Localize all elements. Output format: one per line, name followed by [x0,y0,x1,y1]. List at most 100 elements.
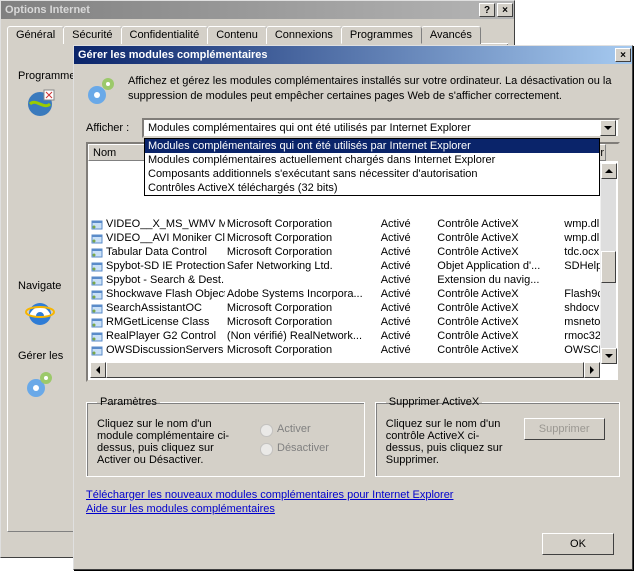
options-titlebar: Options Internet ? × [1,1,514,19]
table-row[interactable]: Spybot - Search & Dest...ActivéExtension… [88,273,602,287]
addon-icon [90,231,104,245]
scroll-right-button[interactable] [584,362,600,378]
addon-icon [90,301,104,315]
options-title: Options Internet [5,4,478,16]
radio-enable-input [260,424,273,437]
addon-type: Contrôle ActiveX [435,218,562,230]
filter-combo-list: Modules complémentaires qui ont été util… [144,138,600,196]
table-row[interactable]: Shockwave Flash ObjectAdobe Systems Inco… [88,287,602,301]
addon-publisher: Microsoft Corporation [225,344,379,356]
addons-intro-icon [86,74,118,106]
addon-name: Shockwave Flash Object [106,288,225,300]
radio-disable-input [260,443,273,456]
addons-titlebar[interactable]: Gérer les modules complémentaires × [74,46,632,64]
table-row[interactable]: RMGetLicense ClassMicrosoft CorporationA… [88,315,602,329]
tab-security[interactable]: Sécurité [63,26,121,44]
addon-status: Activé [379,344,436,356]
addon-type: Extension du navig... [435,274,562,286]
scroll-up-button[interactable] [601,163,617,179]
addon-name: Spybot-SD IE Protection [106,260,225,272]
vertical-scrollbar[interactable] [600,163,616,364]
combo-option[interactable]: Modules complémentaires qui ont été util… [145,139,599,153]
ok-button[interactable]: OK [542,533,614,555]
scroll-left-button[interactable] [90,362,106,378]
table-row[interactable]: Tabular Data ControlMicrosoft Corporatio… [88,245,602,259]
filter-combo-button[interactable] [600,120,616,136]
manage-addons-window: Gérer les modules complémentaires × Affi… [73,45,633,570]
addon-type: Contrôle ActiveX [435,344,562,356]
addon-icon [90,287,104,301]
filter-combo-selected: Modules complémentaires qui ont été util… [146,122,600,134]
close-button[interactable]: × [497,3,513,17]
help-addons-link[interactable]: Aide sur les modules complémentaires [86,503,620,515]
intro-text: Affichez et gérez les modules complément… [128,74,620,104]
addon-status: Activé [379,246,436,258]
download-addons-link[interactable]: Télécharger les nouveaux modules complém… [86,489,620,501]
table-row[interactable]: VIDEO__X_MS_WMV M...Microsoft Corporatio… [88,217,602,231]
hscroll-thumb[interactable] [106,362,584,378]
addon-icon [90,273,104,287]
addon-file: OWSCL [562,344,602,356]
addons-body: Affichez et gérez les modules complément… [74,64,632,527]
addon-status: Activé [379,260,436,272]
addon-name: OWSDiscussionServers ... [106,344,225,356]
addon-publisher: Microsoft Corporation [225,316,379,328]
addon-publisher: Microsoft Corporation [225,218,379,230]
addon-publisher: (Non vérifié) RealNetwork... [225,330,379,342]
parameters-legend: Paramètres [97,396,160,408]
addon-type: Contrôle ActiveX [435,232,562,244]
tab-content[interactable]: Contenu [207,26,267,44]
addon-publisher: Microsoft Corporation [225,232,379,244]
options-tabstrip: Général Sécurité Confidentialité Contenu… [7,25,508,44]
addons-close-button[interactable]: × [615,48,631,62]
addon-type: Contrôle ActiveX [435,288,562,300]
table-row[interactable]: OWSDiscussionServers ...Microsoft Corpor… [88,343,602,357]
help-button[interactable]: ? [479,3,495,17]
addon-name: SearchAssistantOC [106,302,202,314]
addon-file: shdocv [562,302,602,314]
addon-status: Activé [379,330,436,342]
combo-option[interactable]: Modules complémentaires actuellement cha… [145,153,599,167]
addon-icon [90,245,104,259]
delete-button[interactable]: Supprimer [524,418,605,440]
addon-name: VIDEO__X_MS_WMV M... [106,218,225,230]
tab-advanced[interactable]: Avancés [421,26,481,44]
tab-general[interactable]: Général [7,26,64,44]
addon-publisher: Microsoft Corporation [225,302,379,314]
radio-disable[interactable]: Désactiver [255,440,329,456]
horizontal-scrollbar[interactable] [90,362,600,378]
parameters-hint: Cliquez sur le nom d'un module complémen… [97,418,247,466]
filter-combo[interactable]: Modules complémentaires qui ont été util… [142,118,620,138]
addons-gear-icon [24,368,56,400]
addon-name: RealPlayer G2 Control [106,330,216,342]
table-row[interactable]: SearchAssistantOCMicrosoft CorporationAc… [88,301,602,315]
table-row[interactable]: Spybot-SD IE ProtectionSafer Networking … [88,259,602,273]
delete-hint: Cliquez sur le nom d'un contrôle ActiveX… [386,418,516,466]
programs-icon [24,88,56,120]
chevron-down-icon [604,124,612,132]
addons-title: Gérer les modules complémentaires [78,49,614,61]
filter-label: Afficher : [86,122,142,134]
tab-privacy[interactable]: Confidentialité [121,26,209,44]
tab-programs[interactable]: Programmes [341,26,422,44]
addon-icon [90,217,104,231]
addon-status: Activé [379,288,436,300]
delete-activex-group: Supprimer ActiveX Cliquez sur le nom d'u… [375,396,620,477]
scroll-thumb[interactable] [601,251,616,283]
combo-option[interactable]: Contrôles ActiveX téléchargés (32 bits) [145,181,599,195]
intro-row: Affichez et gérez les modules complément… [86,74,620,106]
addon-publisher: Adobe Systems Incorpora... [225,288,379,300]
addon-type: Contrôle ActiveX [435,246,562,258]
addon-icon [90,315,104,329]
scroll-down-button[interactable] [601,348,617,364]
addon-status: Activé [379,274,436,286]
addon-status: Activé [379,218,436,230]
addon-status: Activé [379,316,436,328]
radio-enable[interactable]: Activer [255,421,329,437]
combo-option[interactable]: Composants additionnels s'exécutant sans… [145,167,599,181]
table-row[interactable]: RealPlayer G2 Control (Non vérifié) RealN… [88,329,602,343]
parameters-group: Paramètres Cliquez sur le nom d'un modul… [86,396,365,477]
table-row[interactable]: VIDEO__AVI Moniker Cl...Microsoft Corpor… [88,231,602,245]
addon-file: rmoc32 [562,330,602,342]
tab-connections[interactable]: Connexions [266,26,342,44]
